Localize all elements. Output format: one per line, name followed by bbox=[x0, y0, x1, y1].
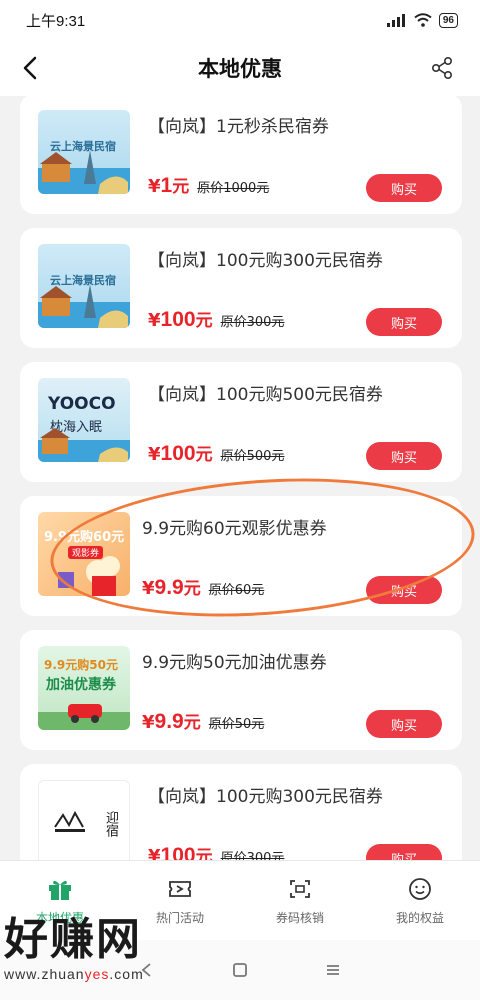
buy-button[interactable]: 购买 bbox=[366, 576, 442, 604]
product-thumbnail: YOOCO 枕海入眠 bbox=[38, 378, 130, 462]
thumb-caption: 迎宿 bbox=[103, 811, 118, 837]
original-price: 原价300元 bbox=[220, 851, 285, 860]
product-card[interactable]: 迎宿 【向岚】100元购300元民宿券 ¥ 100 元 原价300元 购买 bbox=[20, 764, 462, 860]
seaside-house-illustration bbox=[38, 428, 130, 462]
back-button[interactable] bbox=[14, 52, 46, 84]
tab-my-benefits[interactable]: 我的权益 bbox=[360, 861, 480, 940]
price-symbol: ¥ bbox=[148, 310, 161, 331]
product-thumbnail: 云上海景民宿 bbox=[38, 244, 130, 328]
price-value: 100 bbox=[160, 442, 196, 465]
original-price: 原价300元 bbox=[220, 315, 285, 330]
app-header: 本地优惠 bbox=[0, 40, 480, 96]
price-row: ¥ 1 元 原价1000元 bbox=[148, 172, 269, 198]
tab-coupon-redeem[interactable]: 券码核销 bbox=[240, 861, 360, 940]
price-symbol: ¥ bbox=[142, 578, 155, 599]
seaside-house-illustration bbox=[38, 284, 130, 328]
watermark-url-prefix: www.zhuan bbox=[4, 966, 85, 982]
site-watermark: 好赚网 www.zhuanyes.com bbox=[4, 914, 204, 983]
product-thumbnail: 云上海景民宿 bbox=[38, 110, 130, 194]
price-value: 1 bbox=[160, 174, 173, 197]
tab-label: 我的权益 bbox=[395, 911, 444, 925]
price-unit: 元 bbox=[183, 713, 201, 733]
tab-label: 券码核销 bbox=[275, 911, 324, 925]
original-price: 原价500元 bbox=[220, 449, 285, 464]
watermark-title: 好赚网 bbox=[4, 914, 142, 965]
page-title: 本地优惠 bbox=[198, 57, 282, 81]
smile-icon bbox=[409, 878, 431, 900]
menu-nav-icon[interactable] bbox=[325, 962, 341, 978]
price-symbol: ¥ bbox=[148, 444, 161, 465]
status-bar: 上午9:31 96 bbox=[0, 0, 480, 40]
price-row: ¥ 9.9 元 原价50元 bbox=[142, 708, 264, 734]
product-thumbnail: 9.9元购50元 加油优惠券 bbox=[38, 646, 130, 730]
popcorn-icon bbox=[58, 556, 120, 596]
original-price: 原价1000元 bbox=[197, 181, 270, 196]
price-value: 9.9 bbox=[154, 710, 184, 733]
buy-button[interactable]: 购买 bbox=[366, 174, 442, 202]
car-icon bbox=[38, 704, 130, 730]
buy-button[interactable]: 购买 bbox=[366, 710, 442, 738]
home-nav-icon[interactable] bbox=[232, 962, 248, 978]
price-value: 100 bbox=[160, 308, 196, 331]
price-value: 100 bbox=[160, 844, 196, 860]
product-card[interactable]: YOOCO 枕海入眠 【向岚】100元购500元民宿券 ¥ 100 元 原价50… bbox=[20, 362, 462, 482]
wifi-icon bbox=[414, 13, 432, 27]
price-unit: 元 bbox=[195, 311, 213, 331]
scan-icon bbox=[290, 880, 310, 898]
product-card[interactable]: 9.9元购60元 观影券 9.9元购60元观影优惠券 ¥ 9.9 元 原价60元… bbox=[20, 496, 462, 616]
ticket-icon bbox=[169, 881, 191, 897]
watermark-url: www.zhuanyes.com bbox=[4, 966, 204, 982]
product-thumbnail: 迎宿 bbox=[38, 780, 130, 860]
product-card[interactable]: 9.9元购50元 加油优惠券 9.9元购50元加油优惠券 ¥ 9.9 元 原价5… bbox=[20, 630, 462, 750]
product-card[interactable]: 云上海景民宿 【向岚】1元秒杀民宿券 ¥ 1 元 原价1000元 购买 bbox=[20, 96, 462, 214]
share-icon bbox=[431, 56, 453, 80]
product-title: 9.9元购50元加油优惠券 bbox=[142, 653, 327, 673]
gift-icon bbox=[49, 880, 71, 900]
product-thumbnail: 9.9元购60元 观影券 bbox=[38, 512, 130, 596]
product-title: 【向岚】100元购300元民宿券 bbox=[148, 251, 383, 271]
price-row: ¥ 9.9 元 原价60元 bbox=[142, 574, 264, 600]
watermark-url-highlight: yes bbox=[84, 966, 110, 982]
buy-button[interactable]: 购买 bbox=[366, 442, 442, 470]
product-list[interactable]: 云上海景民宿 【向岚】1元秒杀民宿券 ¥ 1 元 原价1000元 购买 云上海景… bbox=[0, 96, 480, 860]
product-title: 【向岚】1元秒杀民宿券 bbox=[148, 117, 329, 137]
buy-button[interactable]: 购买 bbox=[366, 844, 442, 860]
price-unit: 元 bbox=[195, 847, 213, 860]
price-unit: 元 bbox=[183, 579, 201, 599]
signal-icon bbox=[386, 13, 405, 27]
share-button[interactable] bbox=[426, 52, 458, 84]
product-title: 【向岚】100元购500元民宿券 bbox=[148, 385, 383, 405]
seaside-house-illustration bbox=[38, 150, 130, 194]
price-row: ¥ 100 元 原价300元 bbox=[148, 842, 284, 860]
product-card[interactable]: 云上海景民宿 【向岚】100元购300元民宿券 ¥ 100 元 原价300元 购… bbox=[20, 228, 462, 348]
product-title: 【向岚】100元购300元民宿券 bbox=[148, 787, 383, 807]
price-row: ¥ 100 元 原价300元 bbox=[148, 306, 284, 332]
status-icons: 96 bbox=[386, 12, 458, 28]
price-symbol: ¥ bbox=[148, 846, 161, 860]
chevron-left-icon bbox=[23, 56, 37, 80]
original-price: 原价50元 bbox=[208, 717, 265, 732]
original-price: 原价60元 bbox=[208, 583, 265, 598]
watermark-url-suffix: .com bbox=[109, 966, 144, 982]
buy-button[interactable]: 购买 bbox=[366, 308, 442, 336]
status-time: 上午9:31 bbox=[26, 12, 86, 30]
price-unit: 元 bbox=[195, 445, 213, 465]
battery-indicator: 96 bbox=[438, 12, 458, 28]
price-symbol: ¥ bbox=[148, 176, 161, 197]
product-title: 9.9元购60元观影优惠券 bbox=[142, 519, 327, 539]
price-row: ¥ 100 元 原价500元 bbox=[148, 440, 284, 466]
price-symbol: ¥ bbox=[142, 712, 155, 733]
price-unit: 元 bbox=[172, 177, 190, 197]
price-value: 9.9 bbox=[154, 576, 184, 599]
